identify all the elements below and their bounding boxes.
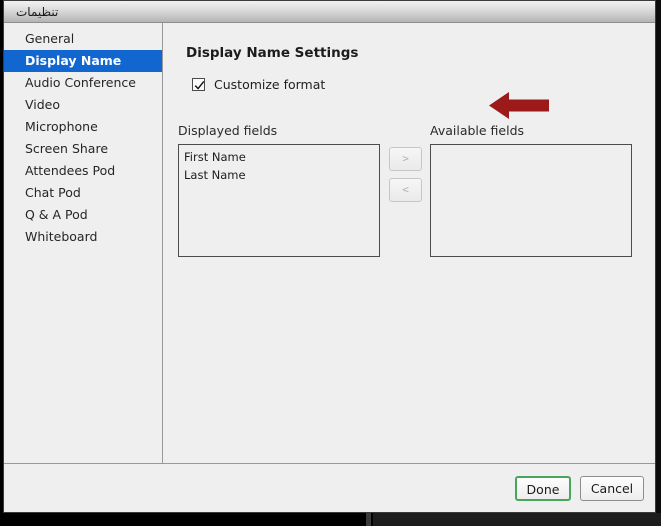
available-fields-label: Available fields	[430, 123, 525, 138]
dialog-footer: Done Cancel	[4, 463, 655, 512]
window-title: تنظیمات	[16, 5, 59, 19]
sidebar-item-chat-pod[interactable]: Chat Pod	[4, 182, 162, 204]
settings-window: تنظیمات General Display Name Audio Confe…	[0, 0, 661, 526]
sidebar-item-whiteboard[interactable]: Whiteboard	[4, 226, 162, 248]
sidebar-item-microphone[interactable]: Microphone	[4, 116, 162, 138]
window-inner: تنظیمات General Display Name Audio Confe…	[3, 0, 656, 513]
bottom-strip-notch	[366, 513, 371, 526]
window-titlebar[interactable]: تنظیمات	[4, 1, 655, 23]
checkmark-icon	[194, 80, 205, 90]
sidebar-item-qa-pod[interactable]: Q & A Pod	[4, 204, 162, 226]
sidebar-item-screen-share[interactable]: Screen Share	[4, 138, 162, 160]
window-bottom-strip	[0, 513, 661, 526]
sidebar-item-general[interactable]: General	[4, 28, 162, 50]
annotation-arrow-left-icon	[489, 92, 549, 119]
list-item[interactable]: Last Name	[179, 166, 379, 184]
settings-sidebar: General Display Name Audio Conference Vi…	[4, 23, 163, 463]
sidebar-item-display-name[interactable]: Display Name	[4, 50, 162, 72]
settings-main-panel: Display Name Settings Customize format D…	[164, 23, 655, 463]
displayed-fields-listbox[interactable]: First Name Last Name	[178, 144, 380, 257]
displayed-fields-label: Displayed fields	[178, 123, 278, 138]
sidebar-item-audio-conference[interactable]: Audio Conference	[4, 72, 162, 94]
window-content: General Display Name Audio Conference Vi…	[4, 23, 655, 512]
list-item[interactable]: First Name	[179, 148, 379, 166]
customize-format-checkbox[interactable]	[192, 77, 205, 91]
move-left-button[interactable]: <	[389, 178, 422, 202]
done-button[interactable]: Done	[515, 476, 571, 501]
customize-format-label: Customize format	[214, 76, 326, 92]
customize-format-row[interactable]: Customize format	[192, 75, 325, 93]
window-right-edge	[656, 0, 661, 513]
page-title: Display Name Settings	[186, 45, 359, 61]
cancel-button[interactable]: Cancel	[580, 476, 644, 501]
available-fields-listbox[interactable]	[430, 144, 632, 257]
sidebar-item-attendees-pod[interactable]: Attendees Pod	[4, 160, 162, 182]
sidebar-item-video[interactable]: Video	[4, 94, 162, 116]
bottom-strip-right	[373, 513, 661, 526]
move-right-button[interactable]: >	[389, 147, 422, 171]
